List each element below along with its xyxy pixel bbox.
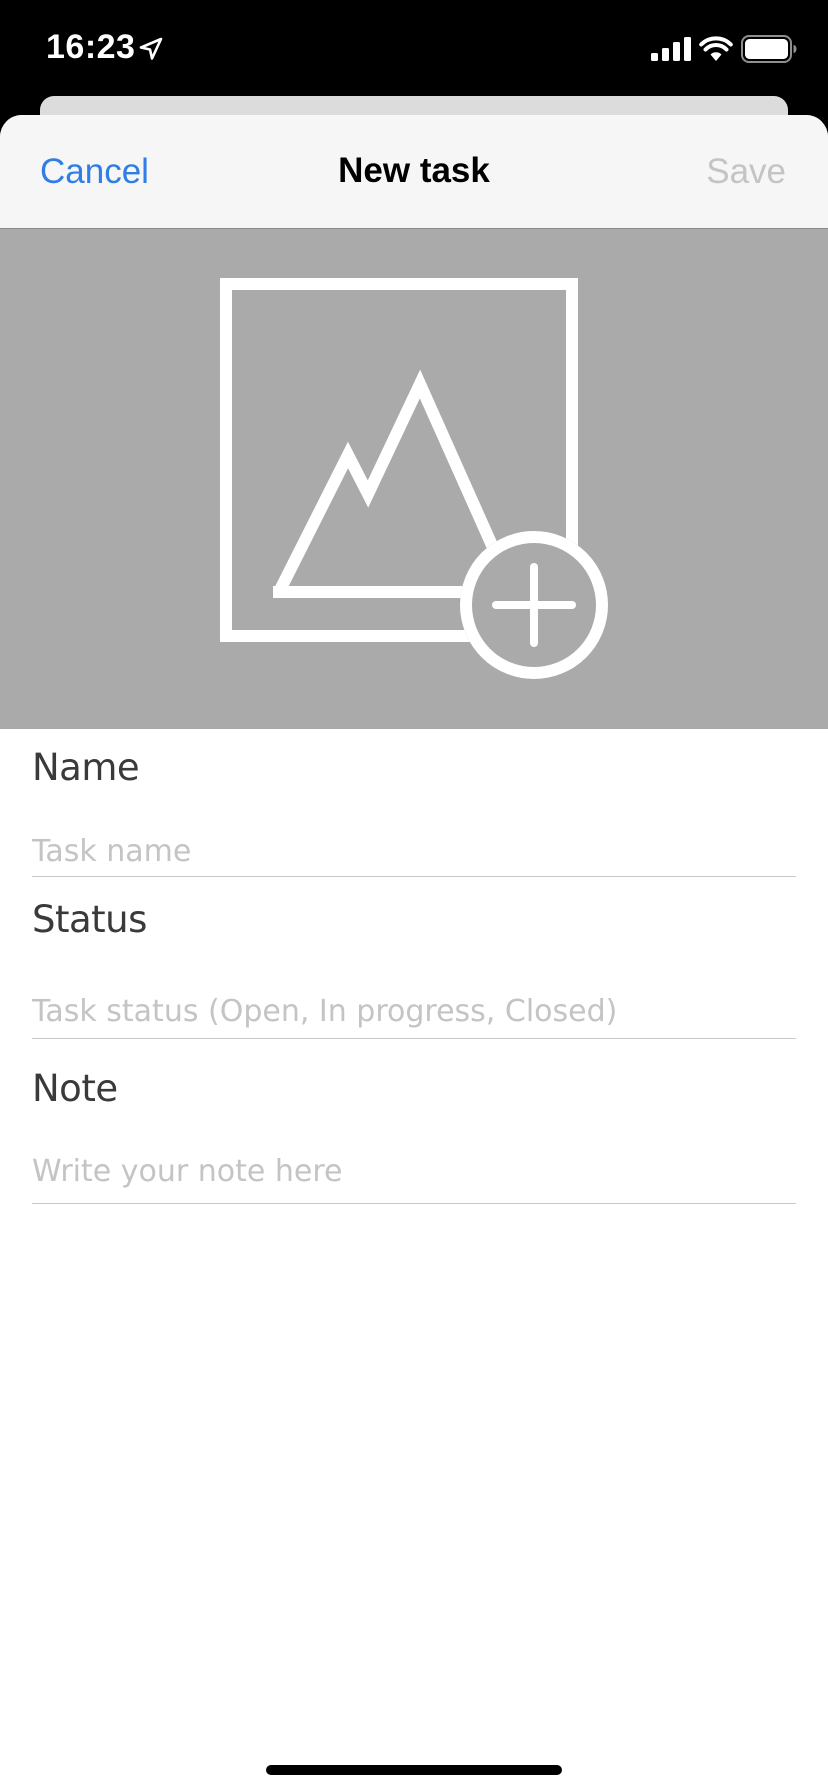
- task-status-input[interactable]: [32, 986, 796, 1036]
- add-image-icon: [220, 278, 608, 679]
- save-button[interactable]: Save: [706, 152, 786, 192]
- note-input[interactable]: [32, 1146, 796, 1196]
- home-indicator[interactable]: [266, 1765, 562, 1775]
- status-underline: [32, 1038, 796, 1039]
- name-label: Name: [32, 746, 140, 789]
- name-underline: [32, 876, 796, 877]
- image-picker[interactable]: [0, 228, 828, 729]
- cellular-signal-icon: [651, 37, 691, 61]
- note-label: Note: [32, 1067, 118, 1110]
- navigation-bar: Cancel New task Save: [0, 115, 828, 228]
- page-title: New task: [338, 151, 490, 190]
- status-bar: 16:23: [0, 0, 828, 96]
- status-label: Status: [32, 898, 147, 941]
- wifi-icon: [699, 36, 733, 61]
- battery-icon: [741, 35, 797, 63]
- new-task-sheet: Cancel New task Save: [0, 115, 828, 1792]
- location-arrow-icon: [139, 37, 163, 60]
- status-time: 16:23: [46, 28, 136, 66]
- note-underline: [32, 1203, 796, 1204]
- task-name-input[interactable]: [32, 826, 796, 876]
